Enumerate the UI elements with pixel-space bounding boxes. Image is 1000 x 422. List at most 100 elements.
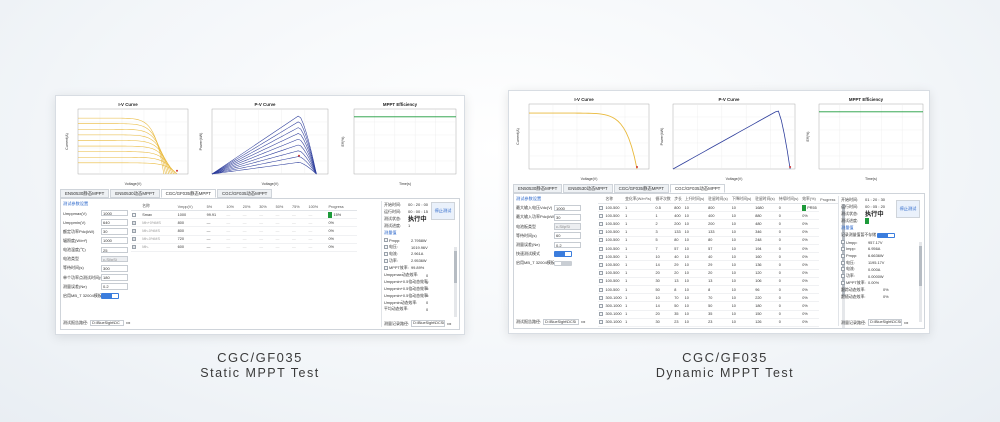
row-checkbox[interactable]	[599, 230, 603, 235]
table-row[interactable]: 300-1000 1 30 23 10 23 10 126 0 0%	[598, 318, 838, 327]
browse-button[interactable]: •••	[126, 320, 130, 325]
measure-checkbox[interactable]	[384, 265, 388, 270]
form-row-input[interactable]: 1000	[554, 204, 581, 212]
measure-checkbox[interactable]	[841, 240, 845, 245]
table-row[interactable]: Mh- 600— — — — — — —0%	[131, 243, 357, 253]
row-checkbox[interactable]	[132, 212, 136, 217]
stop-test-button[interactable]: 停止测试	[431, 202, 455, 220]
row-checkbox-cell[interactable]	[131, 226, 142, 236]
row-checkbox[interactable]	[599, 303, 603, 308]
form-row-input[interactable]: 0.2	[101, 283, 128, 290]
row-checkbox[interactable]	[132, 220, 136, 225]
pv-curve-chart: P-V Curve Voltage(V) Power(kW)	[199, 102, 329, 186]
measure-checkbox[interactable]	[384, 245, 388, 250]
table-row[interactable]: 100-500 1 50 8 10 8 10 96 0 0%	[598, 285, 838, 295]
table-row[interactable]: 300-1000 1 20 35 10 35 10 150 0 0%	[598, 310, 838, 319]
report-path-input[interactable]: D:\BlueSight\DCSi	[543, 318, 580, 325]
form-row-input[interactable]: 1000	[101, 209, 128, 217]
side-scrollbar[interactable]	[919, 242, 922, 322]
form-row-input[interactable]: 30	[101, 228, 128, 235]
tab-1[interactable]: EN50530静态MPPT	[513, 184, 563, 193]
row-checkbox[interactable]	[599, 312, 603, 317]
column-header	[131, 203, 142, 212]
row-checkbox[interactable]	[599, 213, 603, 218]
row-checkbox-cell[interactable]	[131, 243, 142, 253]
tab-4[interactable]: CGC/GF035动态MPPT	[216, 189, 273, 198]
row-checkbox[interactable]	[132, 245, 136, 250]
row-checkbox[interactable]	[599, 287, 603, 292]
row-checkbox[interactable]	[599, 222, 603, 227]
tab-3[interactable]: CGC/GF035静态MPPT	[160, 189, 216, 198]
table-row[interactable]: 100-500 1 10 40 10 40 10 160 0 0%	[598, 252, 838, 262]
measure-checkbox[interactable]	[384, 258, 388, 263]
row-checkbox[interactable]	[599, 246, 603, 251]
form-row-input[interactable]: 30	[554, 214, 581, 221]
table-row[interactable]: 100-500 1 30 13 10 13 10 106 0 0%	[598, 277, 838, 286]
form-row-input[interactable]: 180	[101, 274, 128, 281]
table-row[interactable]: Mh-0%MS 800— — — — — — —0%	[131, 226, 357, 236]
record-path-input[interactable]: D:\BlueSight\DCSi	[411, 320, 446, 327]
measure-checkbox[interactable]	[841, 253, 845, 258]
row-checkbox[interactable]	[599, 263, 603, 267]
row-checkbox[interactable]	[599, 320, 603, 325]
browse-button[interactable]: •••	[581, 319, 585, 324]
tab-1[interactable]: EN50530静态MPPT	[60, 189, 110, 198]
row-checkbox[interactable]	[599, 205, 603, 210]
row-checkbox[interactable]	[599, 271, 603, 276]
tab-2[interactable]: EN50530动态MPPT	[563, 184, 613, 193]
row-checkbox[interactable]	[599, 254, 603, 259]
measure-label: MPPT效率:	[846, 279, 866, 285]
table-row[interactable]: 100-500 1 5 80 10 80 10 248 0 0%	[598, 236, 838, 246]
row-checkbox[interactable]	[132, 237, 136, 242]
table-row[interactable]: Mh-0%MS 720— — — — — — —0%	[131, 235, 357, 244]
measure-checkbox[interactable]	[841, 267, 845, 272]
table-row[interactable]: 100-500 1 3 133 10 133 10 346 0 0%	[598, 228, 838, 237]
report-path-input[interactable]: D:\BlueSight\DC	[90, 319, 125, 326]
record-browse-button[interactable]: •••	[447, 321, 451, 326]
row-checkbox[interactable]	[599, 295, 603, 300]
table-row[interactable]: 100-500 1 20 20 10 20 10 120 0 0%	[598, 269, 838, 278]
table-row[interactable]: 100-500 1 1 400 10 400 10 880 0 0%	[598, 211, 838, 221]
measure-checkbox[interactable]	[841, 280, 845, 285]
row-checkbox[interactable]	[132, 229, 136, 234]
stop-test-button[interactable]: 停止测试	[896, 200, 920, 218]
measure-checkbox[interactable]	[841, 246, 845, 251]
row-checkbox-cell[interactable]	[131, 235, 142, 244]
table-row[interactable]: Mh+0%MS 800— — — — — — —0%	[131, 218, 357, 228]
form-row-toggle[interactable]	[554, 260, 572, 267]
side-scrollbar[interactable]	[454, 247, 457, 317]
form-row-input[interactable]: 0.2	[554, 241, 581, 249]
table-row[interactable]: 300-1000 1 10 70 10 70 10 220 0 0%	[598, 293, 838, 303]
form-row-input[interactable]: 300	[101, 265, 128, 272]
measure-checkbox[interactable]	[384, 238, 388, 243]
row-checkbox-cell[interactable]	[131, 218, 142, 228]
form-row-input[interactable]: 60	[554, 232, 581, 240]
form-row-toggle[interactable]	[101, 293, 119, 299]
table-row[interactable]: 100-500 1 2 200 10 200 10 480 0 0%	[598, 219, 838, 229]
table-row[interactable]: Smax 1000 99.91— — — — — —15%	[131, 210, 357, 220]
table-row[interactable]: 100-500 1 0.5 800 10 800 10 1680 0 PR55	[598, 203, 838, 213]
form-row-input[interactable]: c-Si/pSi	[554, 223, 581, 230]
form-row-input[interactable]: 1000	[101, 237, 128, 245]
form-row-input[interactable]: c-Si/pSi	[101, 255, 128, 263]
tab-3[interactable]: CGC/GF035静态MPPT	[613, 184, 669, 193]
row-value-empty: —	[291, 210, 308, 220]
cell-value: 800	[674, 205, 681, 210]
form-row-toggle[interactable]	[554, 251, 572, 257]
record-browse-button[interactable]: •••	[904, 320, 908, 325]
table-row[interactable]: 100-500 1 14 29 10 29 10 136 0 0%	[598, 260, 838, 270]
tab-4[interactable]: CGC/GF035动态MPPT	[669, 184, 726, 193]
form-row-input[interactable]: 640	[101, 219, 128, 226]
tab-2[interactable]: EN50530动态MPPT	[110, 189, 160, 198]
record-toggle[interactable]	[877, 232, 895, 239]
row-checkbox-cell[interactable]	[131, 210, 142, 220]
table-row[interactable]: 100-500 1 7 57 10 57 10 194 0 0%	[598, 244, 838, 254]
form-row-input[interactable]: 25	[101, 246, 128, 254]
measure-checkbox[interactable]	[841, 274, 845, 279]
row-checkbox[interactable]	[599, 279, 603, 284]
measure-checkbox[interactable]	[841, 260, 845, 265]
record-path-input[interactable]: D:\BlueSight\DCSi	[868, 319, 903, 326]
table-row[interactable]: 300-1000 1 14 50 10 50 10 180 0 0%	[598, 301, 838, 311]
measure-checkbox[interactable]	[384, 251, 388, 256]
row-checkbox[interactable]	[599, 238, 603, 243]
